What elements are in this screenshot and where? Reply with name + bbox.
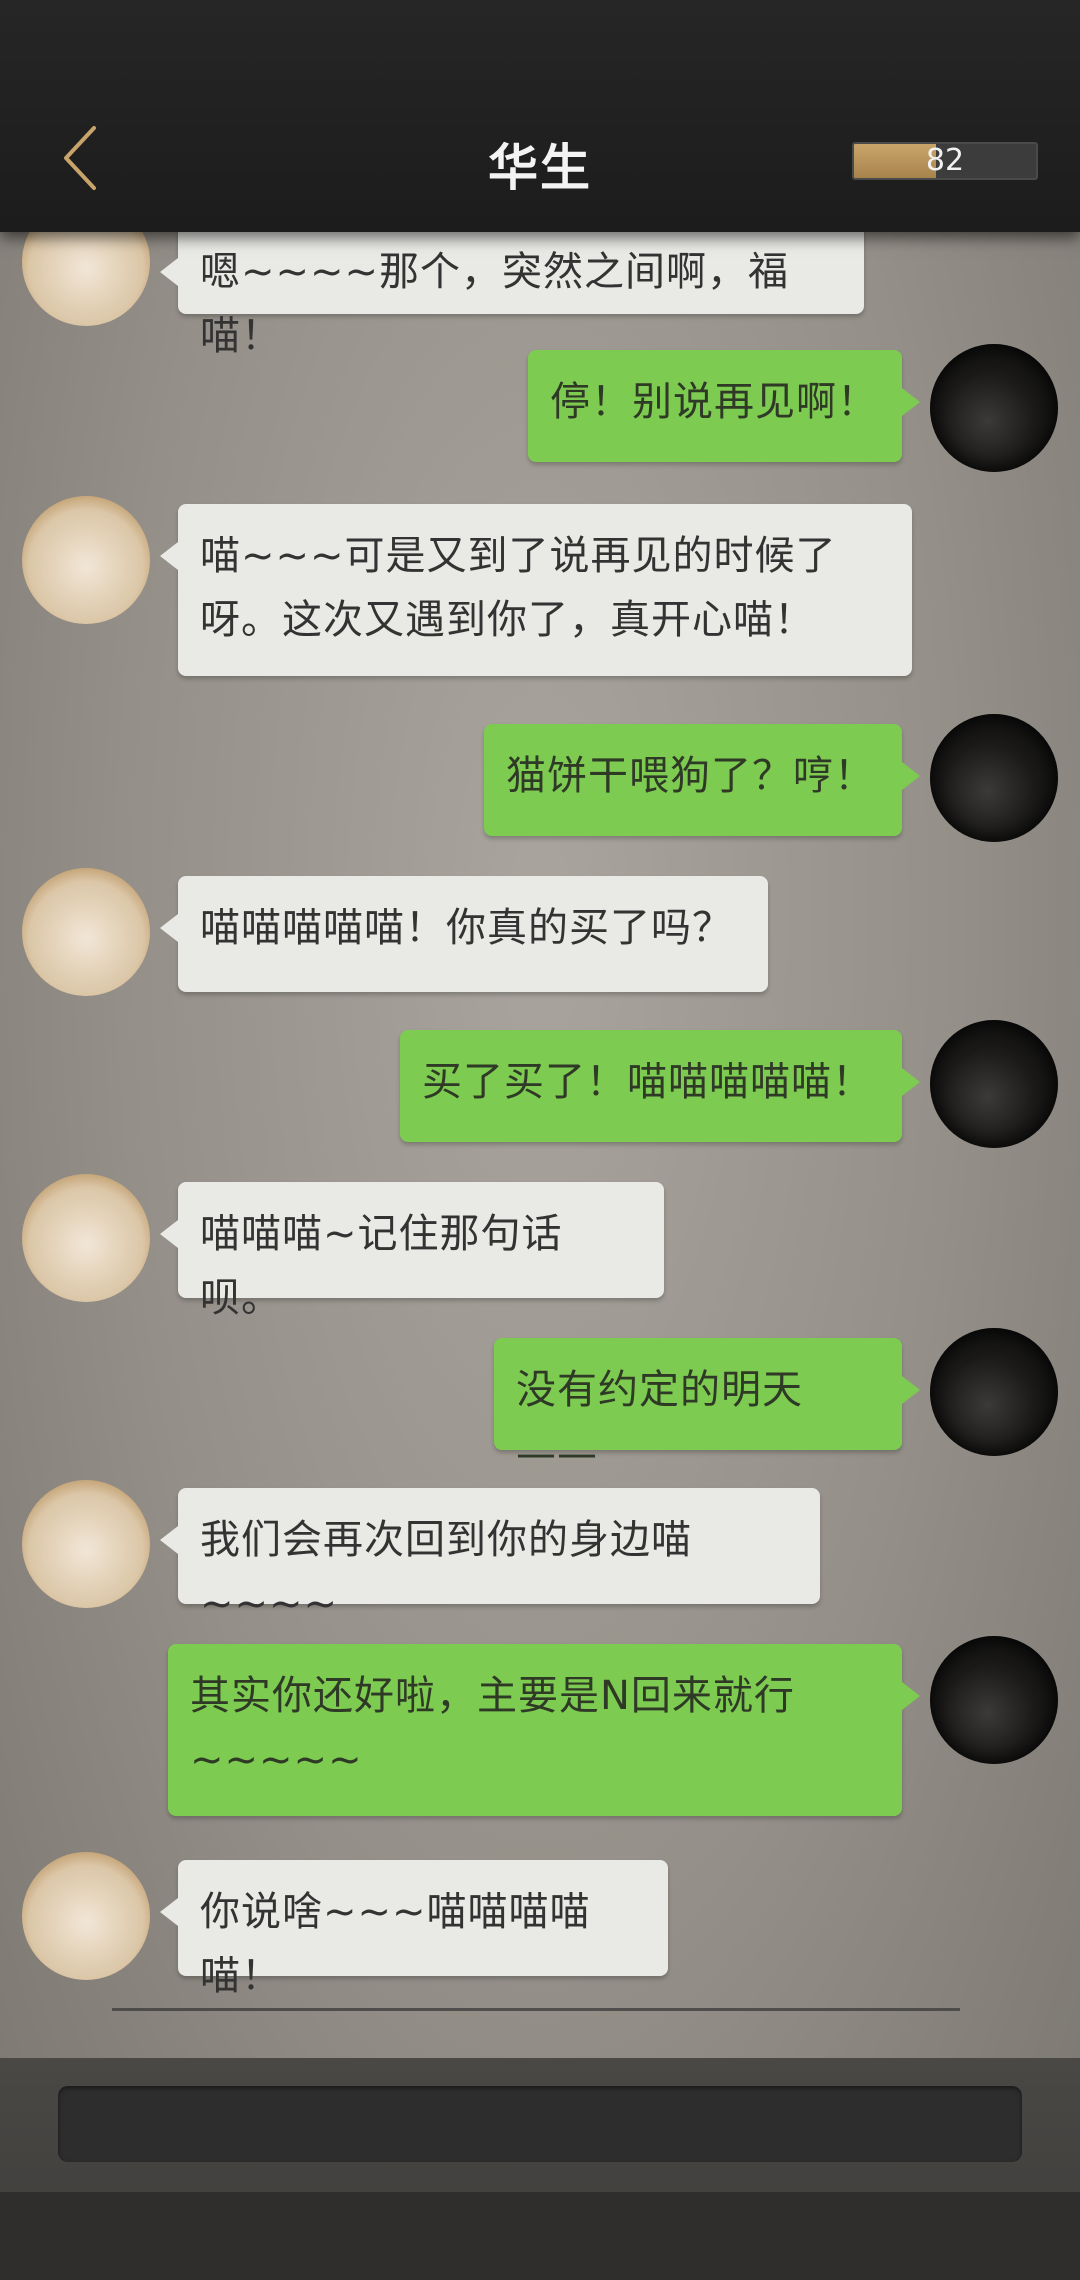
chat-end-divider bbox=[112, 2008, 960, 2011]
message-bubble-left[interactable]: 我们会再次回到你的身边喵~~~~ bbox=[160, 1488, 820, 1627]
message-bubble-right[interactable]: 买了买了！喵喵喵喵喵！ bbox=[400, 1030, 920, 1142]
cat-avatar[interactable] bbox=[22, 1480, 150, 1608]
user-avatar[interactable] bbox=[930, 1020, 1058, 1148]
message-bubble-left[interactable]: 嗯~~~~那个，突然之间啊，福喵！ bbox=[160, 220, 864, 359]
cat-avatar[interactable] bbox=[22, 1174, 150, 1302]
progress-value: 82 bbox=[925, 143, 965, 178]
user-avatar[interactable] bbox=[930, 1328, 1058, 1456]
cat-avatar[interactable] bbox=[22, 496, 150, 624]
message-bubble-right[interactable]: 停！别说再见啊！ bbox=[528, 350, 920, 462]
message-bubble-left[interactable]: 喵喵喵喵喵！你真的买了吗？ bbox=[160, 876, 768, 992]
message-bubble-right[interactable]: 其实你还好啦，主要是N回来就行~~~~~ bbox=[168, 1644, 920, 1816]
reply-input-bar[interactable] bbox=[58, 2086, 1022, 2162]
message-bubble-left[interactable]: 喵喵喵~记住那句话呗。 bbox=[160, 1182, 664, 1321]
message-bubble-left[interactable]: 你说啥~~~喵喵喵喵喵！ bbox=[160, 1860, 668, 1999]
affinity-progress-bar: 82 bbox=[852, 142, 1038, 180]
bottom-strip bbox=[0, 2192, 1080, 2280]
chat-area[interactable]: 嗯~~~~那个，突然之间啊，福喵！ 停！别说再见啊！ 喵~~~可是又到了说再见的… bbox=[0, 0, 1080, 2030]
user-avatar[interactable] bbox=[930, 1636, 1058, 1764]
user-avatar[interactable] bbox=[930, 714, 1058, 842]
message-bubble-right[interactable]: 没有约定的明天—— bbox=[494, 1338, 920, 1477]
user-avatar[interactable] bbox=[930, 344, 1058, 472]
top-bar: 华生 82 bbox=[0, 0, 1080, 232]
cat-avatar[interactable] bbox=[22, 868, 150, 996]
cat-avatar[interactable] bbox=[22, 1852, 150, 1980]
message-bubble-left[interactable]: 喵~~~可是又到了说再见的时候了呀。这次又遇到你了，真开心喵！ bbox=[160, 504, 912, 676]
message-bubble-right[interactable]: 猫饼干喂狗了？哼！ bbox=[484, 724, 920, 836]
